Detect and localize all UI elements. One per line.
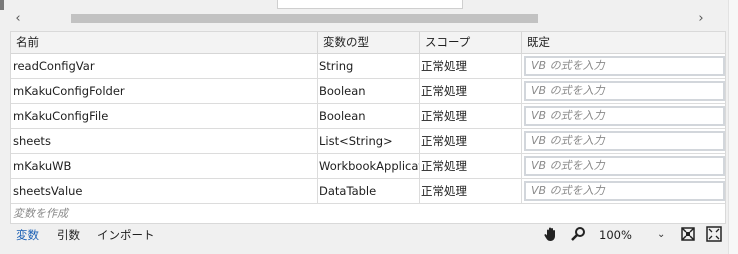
chevron-down-icon[interactable]: ⌄ bbox=[657, 224, 665, 246]
variable-scope[interactable]: 正常処理 bbox=[420, 129, 522, 153]
variable-type[interactable]: WorkbookApplication bbox=[318, 154, 420, 178]
horizontal-scrollbar[interactable]: ‹ › bbox=[0, 10, 728, 28]
panel-edge bbox=[0, 0, 4, 10]
variable-default-cell: VB の式を入力 bbox=[522, 79, 725, 103]
create-variable-row[interactable]: 変数を作成 bbox=[11, 204, 725, 223]
grid-header: 名前 変数の型 スコープ 既定 bbox=[11, 32, 725, 54]
default-value-input[interactable]: VB の式を入力 bbox=[524, 81, 725, 101]
default-value-input[interactable]: VB の式を入力 bbox=[524, 156, 725, 176]
variable-name[interactable]: mKakuWB bbox=[11, 154, 318, 178]
variable-default-cell: VB の式を入力 bbox=[522, 154, 725, 178]
variable-scope[interactable]: 正常処理 bbox=[420, 179, 522, 203]
scroll-thumb[interactable] bbox=[71, 14, 538, 23]
variable-default-cell: VB の式を入力 bbox=[522, 104, 725, 128]
fit-to-screen-icon[interactable] bbox=[679, 226, 697, 244]
variable-scope[interactable]: 正常処理 bbox=[420, 154, 522, 178]
tab-imports[interactable]: インポート bbox=[97, 224, 155, 246]
variable-name[interactable]: mKakuConfigFolder bbox=[11, 79, 318, 103]
magnifier-icon[interactable] bbox=[569, 226, 587, 244]
variable-name[interactable]: readConfigVar bbox=[11, 54, 318, 78]
table-row[interactable]: sheetsValue DataTable 正常処理 VB の式を入力 bbox=[11, 179, 725, 204]
variable-name[interactable]: sheets bbox=[11, 129, 318, 153]
overview-icon[interactable] bbox=[705, 226, 723, 244]
variable-name[interactable]: mKakuConfigFile bbox=[11, 104, 318, 128]
scroll-right-arrow[interactable]: › bbox=[694, 10, 708, 28]
variable-type[interactable]: Boolean bbox=[318, 79, 420, 103]
hand-icon[interactable] bbox=[542, 226, 560, 244]
variable-scope[interactable]: 正常処理 bbox=[420, 79, 522, 103]
variable-name[interactable]: sheetsValue bbox=[11, 179, 318, 203]
default-value-input[interactable]: VB の式を入力 bbox=[524, 181, 725, 201]
table-row[interactable]: readConfigVar String 正常処理 VB の式を入力 bbox=[11, 54, 725, 79]
variables-grid: 名前 変数の型 スコープ 既定 readConfigVar String 正常処… bbox=[10, 31, 726, 224]
variable-type[interactable]: List<String> bbox=[318, 129, 420, 153]
tab-arguments[interactable]: 引数 bbox=[57, 224, 80, 246]
table-row[interactable]: mKakuWB WorkbookApplication 正常処理 VB の式を入… bbox=[11, 154, 725, 179]
zoom-level[interactable]: 100% bbox=[599, 224, 632, 246]
variable-default-cell: VB の式を入力 bbox=[522, 54, 725, 78]
upper-panel-fragment bbox=[277, 0, 463, 9]
variable-type[interactable]: Boolean bbox=[318, 104, 420, 128]
default-value-input[interactable]: VB の式を入力 bbox=[524, 56, 725, 76]
table-row[interactable]: mKakuConfigFolder Boolean 正常処理 VB の式を入力 bbox=[11, 79, 725, 104]
default-value-input[interactable]: VB の式を入力 bbox=[524, 131, 725, 151]
designer-footer: 変数 引数 インポート 100% ⌄ bbox=[0, 224, 728, 248]
vertical-scrollbar[interactable] bbox=[728, 0, 738, 254]
variable-scope[interactable]: 正常処理 bbox=[420, 54, 522, 78]
column-header-scope[interactable]: スコープ bbox=[420, 32, 522, 53]
table-row[interactable]: sheets List<String> 正常処理 VB の式を入力 bbox=[11, 129, 725, 154]
variable-scope[interactable]: 正常処理 bbox=[420, 104, 522, 128]
table-row[interactable]: mKakuConfigFile Boolean 正常処理 VB の式を入力 bbox=[11, 104, 725, 129]
scroll-left-arrow[interactable]: ‹ bbox=[11, 10, 25, 28]
column-header-type[interactable]: 変数の型 bbox=[318, 32, 420, 53]
variable-type[interactable]: String bbox=[318, 54, 420, 78]
default-value-input[interactable]: VB の式を入力 bbox=[524, 106, 725, 126]
variable-type[interactable]: DataTable bbox=[318, 179, 420, 203]
column-header-name[interactable]: 名前 bbox=[11, 32, 318, 53]
column-header-default[interactable]: 既定 bbox=[522, 32, 725, 53]
tab-variables[interactable]: 変数 bbox=[16, 224, 39, 246]
variable-default-cell: VB の式を入力 bbox=[522, 179, 725, 203]
variable-default-cell: VB の式を入力 bbox=[522, 129, 725, 153]
